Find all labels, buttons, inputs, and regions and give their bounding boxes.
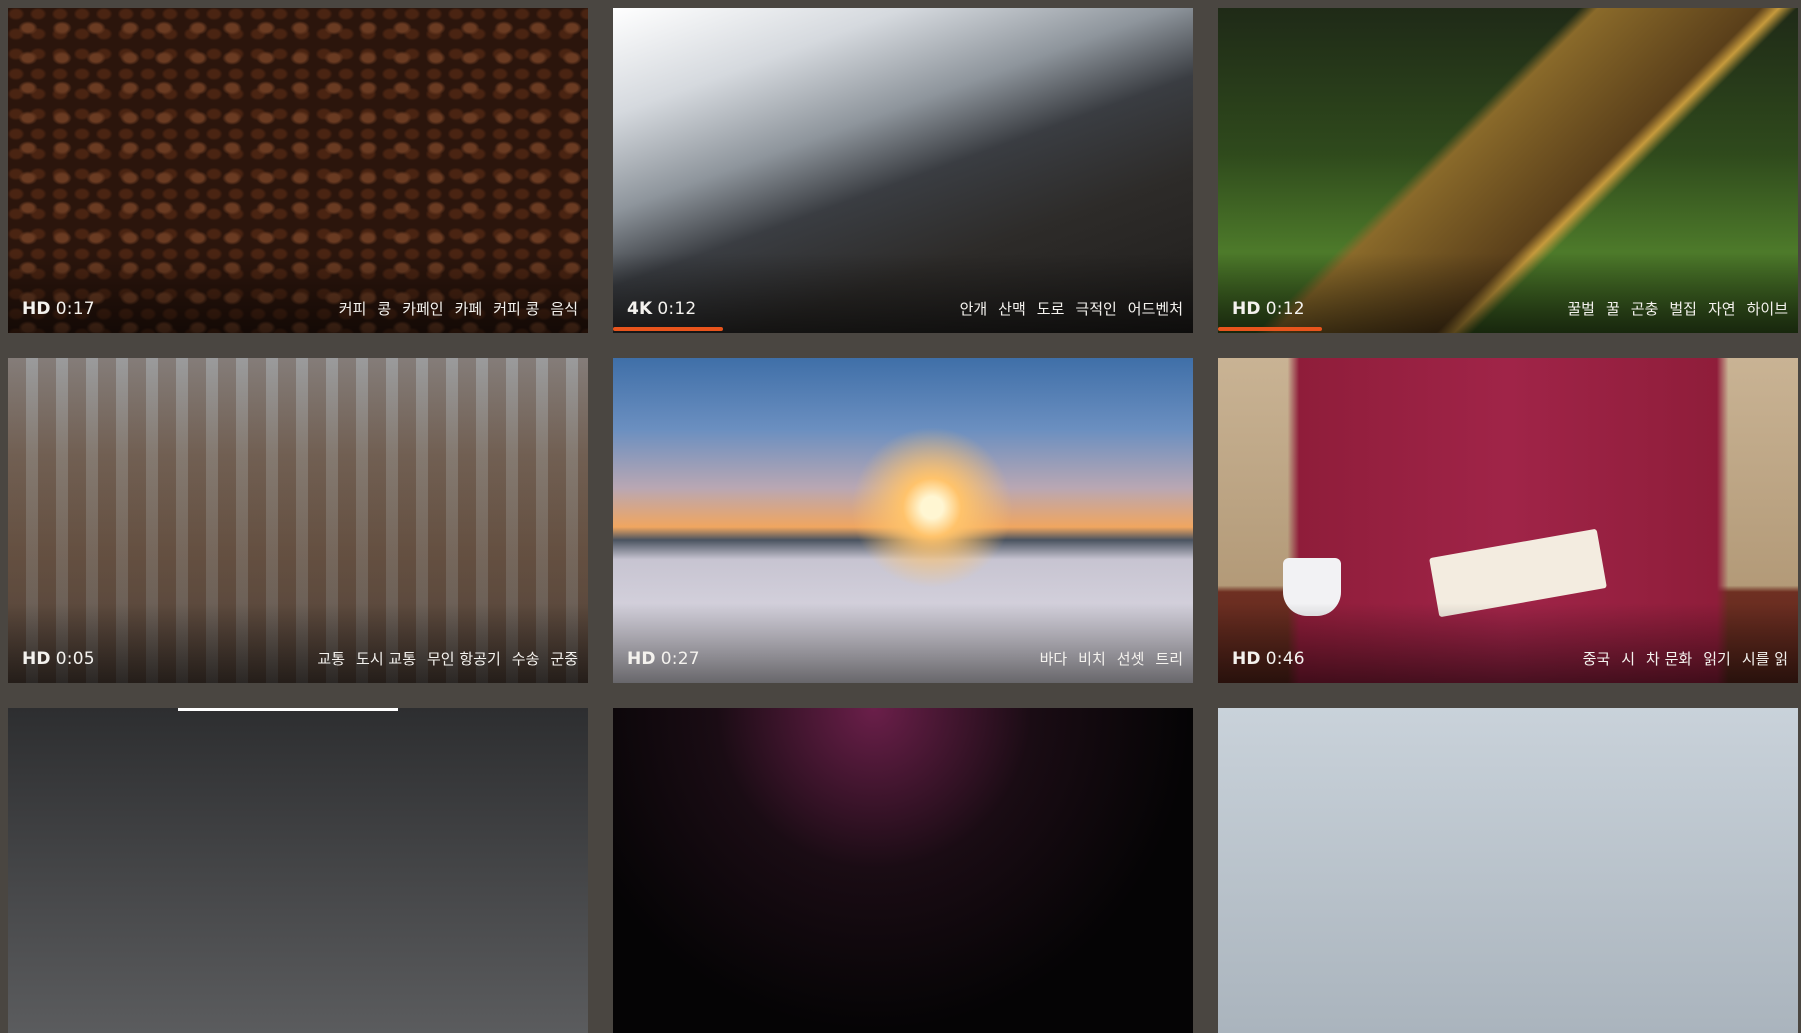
tag[interactable]: 트리 [1155,648,1183,669]
video-card-coffee[interactable]: HD 0:17 커피 콩 카페인 카페 커피 콩 음식 [8,8,588,333]
tag[interactable]: 읽기 [1703,648,1731,669]
tag-list: 교통 도시 교통 무인 항공기 수송 군중 [317,648,578,669]
tag[interactable]: 커피 [339,298,367,319]
video-meta: HD 0:27 [627,649,700,669]
thumbnail-gradient [1218,603,1798,683]
tag[interactable]: 시 [1621,648,1635,669]
tag[interactable]: 도시 교통 [356,648,416,669]
duration: 0:17 [55,299,95,319]
thumbnail-gradient [8,603,588,683]
playback-progress-bar [613,327,724,331]
quality-badge: 4K [627,299,653,319]
tag[interactable]: 카페인 [402,298,443,319]
tag[interactable]: 차 문화 [1646,648,1692,669]
tag-list: 안개 산맥 도로 극적인 어드벤처 [960,298,1183,319]
duration: 0:12 [1265,299,1305,319]
tag-list: 꿀벌 꿀 곤충 벌집 자연 하이브 [1567,298,1788,319]
video-card-sky[interactable] [1218,708,1798,1033]
tag[interactable]: 카페 [455,298,483,319]
duration: 0:46 [1265,649,1305,669]
tag[interactable]: 하이브 [1747,298,1788,319]
video-meta: HD 0:05 [22,649,95,669]
thumbnail-gradient [613,603,1193,683]
tag[interactable]: 꿀벌 [1567,298,1595,319]
quality-badge: HD [22,649,51,669]
tag[interactable]: 어드벤처 [1128,298,1183,319]
tag[interactable]: 음식 [550,298,578,319]
tag-list: 커피 콩 카페인 카페 커피 콩 음식 [339,298,578,319]
tag[interactable]: 자연 [1708,298,1736,319]
quality-badge: HD [22,299,51,319]
tag-list: 바다 비치 선셋 트리 [1040,648,1183,669]
tag[interactable]: 중국 [1583,648,1611,669]
tag[interactable]: 도로 [1037,298,1065,319]
video-grid: HD 0:17 커피 콩 카페인 카페 커피 콩 음식 4K 0:12 안개 산맥 … [0,0,1801,1033]
tag[interactable]: 선셋 [1117,648,1145,669]
playback-progress-bar [1218,327,1323,331]
tag[interactable]: 무인 항공기 [427,648,501,669]
tag[interactable]: 바다 [1040,648,1068,669]
video-card-dark[interactable] [613,708,1193,1033]
video-thumbnail [8,708,588,1033]
tag[interactable]: 비치 [1078,648,1106,669]
video-thumbnail [613,708,1193,1033]
thumbnail-gradient [8,253,588,333]
video-thumbnail [1218,708,1798,1033]
quality-badge: HD [627,649,656,669]
tag[interactable]: 극적인 [1075,298,1116,319]
video-card-bees[interactable]: HD 0:12 꿀벌 꿀 곤충 벌집 자연 하이브 [1218,8,1798,333]
video-card-tunnel[interactable] [8,708,588,1033]
tag[interactable]: 콩 [377,298,391,319]
tag[interactable]: 군중 [550,648,578,669]
video-card-mountain[interactable]: 4K 0:12 안개 산맥 도로 극적인 어드벤처 [613,8,1193,333]
tag[interactable]: 꿀 [1606,298,1620,319]
video-card-beach[interactable]: HD 0:27 바다 비치 선셋 트리 [613,358,1193,683]
tag[interactable]: 곤충 [1631,298,1659,319]
thumbnail-gradient [613,253,1193,333]
tag[interactable]: 커피 콩 [493,298,539,319]
tag[interactable]: 교통 [317,648,345,669]
tag-list: 중국 시 차 문화 읽기 시를 읽 [1583,648,1788,669]
duration: 0:12 [657,299,697,319]
duration: 0:27 [660,649,700,669]
video-meta: 4K 0:12 [627,299,696,319]
quality-badge: HD [1232,299,1261,319]
tag[interactable]: 벌집 [1669,298,1697,319]
duration: 0:05 [55,649,95,669]
tag[interactable]: 안개 [960,298,988,319]
thumbnail-gradient [1218,253,1798,333]
tag[interactable]: 산맥 [998,298,1026,319]
video-meta: HD 0:17 [22,299,95,319]
tag[interactable]: 수송 [512,648,540,669]
video-card-town[interactable]: HD 0:05 교통 도시 교통 무인 항공기 수송 군중 [8,358,588,683]
video-card-reading[interactable]: HD 0:46 중국 시 차 문화 읽기 시를 읽 [1218,358,1798,683]
video-meta: HD 0:12 [1232,299,1305,319]
tag[interactable]: 시를 읽 [1742,648,1788,669]
quality-badge: HD [1232,649,1261,669]
video-meta: HD 0:46 [1232,649,1305,669]
